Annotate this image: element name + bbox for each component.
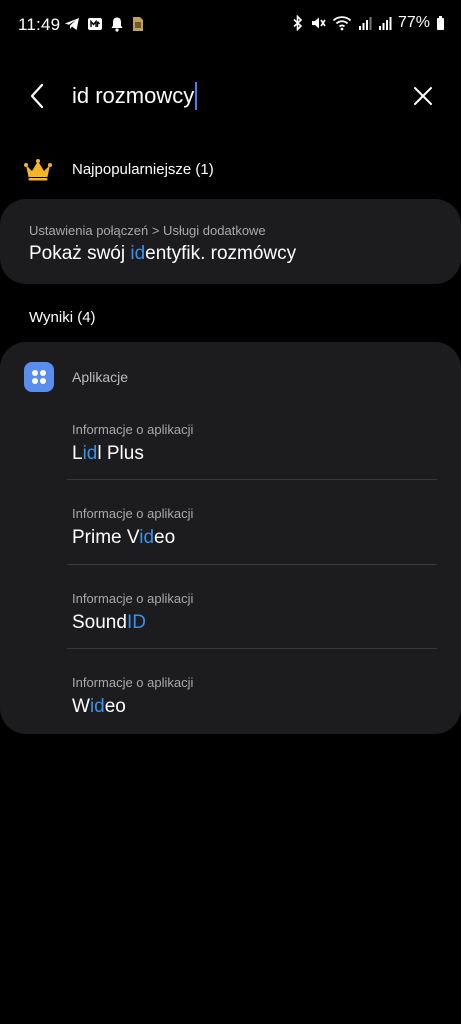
popular-result-item[interactable]: Ustawienia połączeń > Usługi dodatkowe P… [0,199,461,284]
category-title: Aplikacje [72,369,129,385]
list-item[interactable]: Informacje o aplikacji SoundID [72,591,437,675]
telegram-icon [64,16,80,32]
list-item-title-text: eo [154,527,176,548]
list-item-title-text: Prime V [72,527,140,548]
results-card: Aplikacje Informacje o aplikacji Lidl Pl… [0,342,461,734]
status-right-icons: 77% [292,14,445,32]
sim-card-icon [131,16,145,32]
mute-icon [310,15,326,31]
result-title-text: Pokaż swój [29,243,131,264]
list-item-title-text: Sound [72,612,127,633]
list-item-title: Lidl Plus [72,443,144,465]
list-item-title: Wideo [72,696,126,718]
list-item-title-text: L [72,443,83,464]
crown-icon [24,158,52,182]
result-title-highlight: id [130,243,146,264]
popular-section-title: Najpopularniejsze (1) [72,161,214,178]
list-item-title-text: l Plus [97,443,144,464]
apps-icon-dot [40,378,46,384]
search-input[interactable]: id rozmowcy [72,82,198,110]
list-item-subtitle: Informacje o aplikacji [72,422,194,437]
list-item-title-text: W [72,696,90,717]
status-left-icons [64,16,145,32]
bluetooth-icon [292,15,304,31]
notification-bell-icon [110,16,124,32]
list-item[interactable]: Informacje o aplikacji Lidl Plus [72,422,437,506]
signal-icon [358,15,372,31]
apps-icon-dot [40,370,46,376]
back-arrow-icon [28,83,48,109]
list-item-subtitle: Informacje o aplikacji [72,506,194,521]
apps-icon-dot [32,378,38,384]
search-header: id rozmowcy [0,60,461,132]
text-caret [195,82,198,110]
status-bar: 11:49 77% [0,0,461,52]
divider [67,564,437,565]
result-title: Pokaż swój identyfik. rozmówcy [29,243,296,265]
apps-icon-dot [32,370,38,376]
search-input-value[interactable]: id rozmowcy [72,83,194,109]
list-item[interactable]: Informacje o aplikacji Wideo [72,675,437,759]
battery-icon [436,15,445,31]
result-title-text: entyfik. rozmówcy [145,243,297,264]
list-item-subtitle: Informacje o aplikacji [72,591,194,606]
close-icon [412,85,434,107]
list-item-title: Prime Video [72,527,175,549]
list-item-title-highlight: id [139,527,155,548]
wifi-icon [332,15,352,31]
signal-icon [378,15,392,31]
popular-section-header: Najpopularniejsze (1) [0,152,461,188]
list-item-subtitle: Informacje o aplikacji [72,675,194,690]
list-item-title-highlight: ID [126,612,146,633]
list-item-title-highlight: id [82,443,98,464]
mail-icon [87,16,103,32]
clear-search-button[interactable] [405,78,441,114]
apps-icon [24,362,54,392]
list-item[interactable]: Informacje o aplikacji Prime Video [72,506,437,590]
divider [67,479,437,480]
back-button[interactable] [20,78,56,114]
status-time: 11:49 [18,15,61,34]
results-section-title: Wyniki (4) [29,309,96,326]
list-item-title: SoundID [72,612,146,634]
list-item-title-text: eo [104,696,126,717]
divider [67,648,437,649]
result-path: Ustawienia połączeń > Usługi dodatkowe [29,223,266,238]
list-item-title-highlight: id [89,696,105,717]
battery-percent: 77% [397,14,430,31]
